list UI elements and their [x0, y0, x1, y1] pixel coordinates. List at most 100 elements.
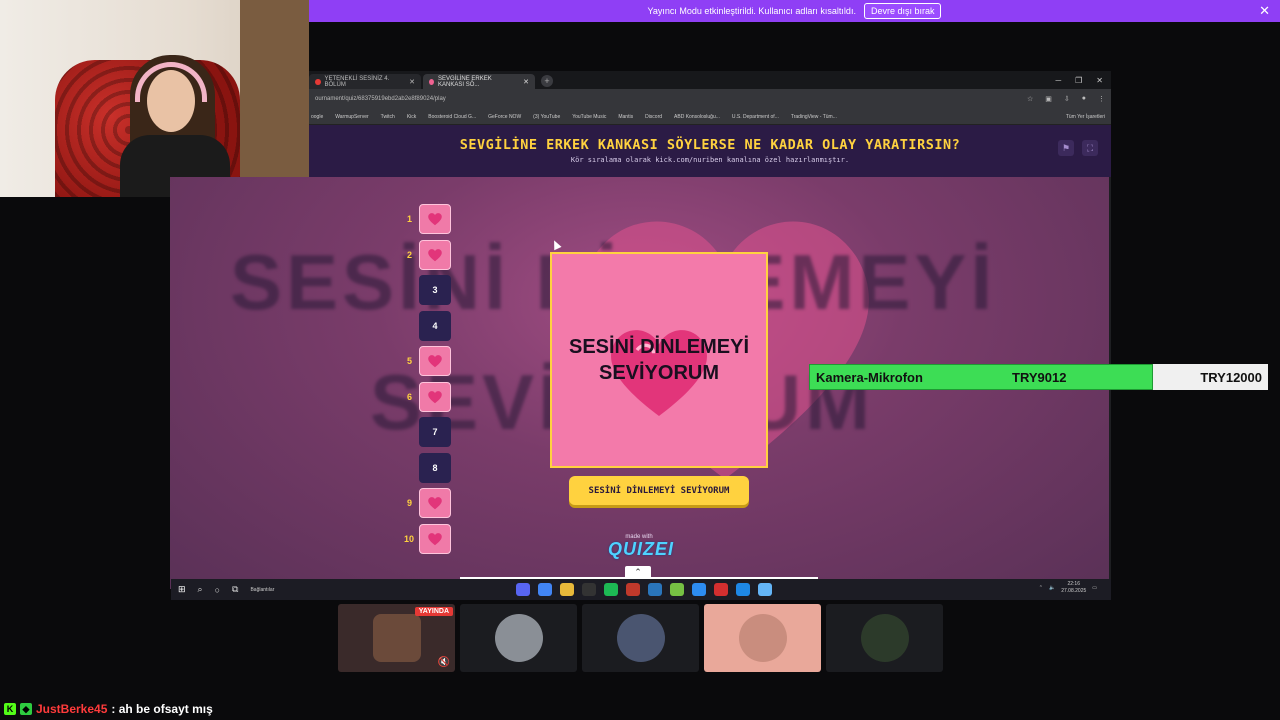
- close-window-icon[interactable]: ✕: [1096, 76, 1103, 85]
- bookmark-item[interactable]: WarmupServer: [335, 114, 368, 120]
- live-badge: YAYINDA: [414, 607, 453, 616]
- quiz-title: SEVGİLİNE ERKEK KANKASI SÖYLERSE NE KADA…: [459, 137, 961, 153]
- close-tab-icon[interactable]: ✕: [523, 78, 529, 86]
- stream-thumbnail-4[interactable]: [704, 604, 821, 672]
- taskbar: ⊞ ⌕ ○ ⧉ Bağlantılar ⌃ 🔈 22:16 27.08.2025: [171, 579, 1111, 600]
- donation-current: TRY9012: [1012, 369, 1067, 385]
- ranking-slot[interactable]: 8: [419, 452, 451, 483]
- windows-start-icon[interactable]: ⊞: [178, 584, 186, 595]
- menu-icon[interactable]: ⋮: [1098, 95, 1105, 103]
- task-view-icon[interactable]: ⧉: [232, 584, 238, 595]
- choose-item-button[interactable]: SESİNİ DİNLEMEYİ SEVİYORUM: [569, 476, 749, 505]
- download-icon[interactable]: ⇩: [1064, 95, 1070, 103]
- extensions-icon[interactable]: ▣: [1045, 95, 1052, 103]
- slot-number: 4: [432, 320, 438, 331]
- tab-2[interactable]: SEVGİLİNE ERKEK KANKASI SÖ... ✕: [423, 74, 535, 89]
- bookmark-item[interactable]: U.S. Department of...: [732, 114, 779, 120]
- app-icon[interactable]: [626, 583, 640, 596]
- app-icon[interactable]: [758, 583, 772, 596]
- bookmark-item[interactable]: Twitch: [381, 114, 395, 120]
- clock[interactable]: 22:16 27.08.2025: [1061, 581, 1086, 595]
- bookmark-item[interactable]: oogle: [311, 114, 323, 120]
- tab-1[interactable]: YETENEKLİ SESİNİZ 4. BÖLÜM ✕: [309, 74, 421, 89]
- current-item-card[interactable]: SESİNİ DİNLEMEYİ SEVİYORUM: [550, 252, 768, 468]
- system-tray: ⌃ 🔈 22:16 27.08.2025 ▭: [1039, 581, 1097, 595]
- sub-badge-icon: ◆: [20, 703, 32, 715]
- folder-icon[interactable]: [560, 583, 574, 596]
- bookmark-item[interactable]: YouTube Music: [572, 114, 606, 120]
- slot-number: 3: [432, 285, 438, 295]
- spotify-icon[interactable]: [604, 583, 618, 596]
- donation-remaining: TRY12000: [1153, 364, 1268, 390]
- new-tab-icon[interactable]: +: [541, 75, 553, 87]
- bookmark-item[interactable]: GeForce NOW: [488, 114, 521, 120]
- search-icon[interactable]: ⌕: [198, 584, 203, 595]
- ranking-slot[interactable]: 3: [419, 275, 451, 305]
- app-icon[interactable]: [714, 583, 728, 596]
- app-icon[interactable]: [736, 583, 750, 596]
- close-tab-icon[interactable]: ✕: [409, 78, 415, 86]
- ranking-slot[interactable]: [419, 488, 451, 518]
- star-icon[interactable]: ☆: [1027, 95, 1033, 103]
- slot-number: 9: [407, 498, 413, 508]
- ranking-slot[interactable]: [419, 381, 451, 412]
- address-bar[interactable]: ournament/quiz/68375919ebd2ab2e8f89024/p…: [309, 89, 1111, 109]
- tab-label: SEVGİLİNE ERKEK KANKASI SÖ...: [438, 75, 492, 88]
- ranking-slot[interactable]: [419, 523, 451, 554]
- ranking-slot[interactable]: 4: [419, 310, 451, 341]
- chevron-up-icon[interactable]: ⌃: [625, 566, 651, 579]
- chat-username[interactable]: JustBerke45: [36, 702, 107, 716]
- heart-icon: [428, 248, 442, 261]
- chrome-icon[interactable]: [538, 583, 552, 596]
- maximize-icon[interactable]: ❐: [1075, 76, 1082, 85]
- ranking-slot[interactable]: [419, 346, 451, 376]
- stream-thumbnail-1[interactable]: YAYINDA 🔇: [338, 604, 455, 672]
- app-icon[interactable]: [670, 583, 684, 596]
- ranking-slot[interactable]: [419, 239, 451, 270]
- bookmark-item[interactable]: Discord: [645, 114, 662, 120]
- bookmark-item[interactable]: (3) YouTube: [533, 114, 560, 120]
- thumbnail-image: [372, 614, 421, 662]
- avatar: [616, 614, 665, 662]
- fullscreen-icon[interactable]: ⛶: [1082, 140, 1098, 156]
- bookmark-item[interactable]: Boosteroid Cloud G...: [428, 114, 476, 120]
- close-icon[interactable]: ✕: [1259, 3, 1270, 19]
- ranking-slot[interactable]: [419, 204, 451, 234]
- url-text[interactable]: ournament/quiz/68375919ebd2ab2e8f89024/p…: [315, 96, 1027, 102]
- ranking-slot[interactable]: 7: [419, 417, 451, 447]
- minimize-icon[interactable]: ─: [1055, 76, 1061, 85]
- bookmark-item[interactable]: Mantis: [618, 114, 633, 120]
- notification-icon[interactable]: ▭: [1092, 585, 1097, 591]
- tab-label: YETENEKLİ SESİNİZ 4. BÖLÜM: [324, 75, 390, 88]
- all-bookmarks-button[interactable]: Tüm Yer İşaretleri: [1066, 114, 1109, 120]
- steam-icon[interactable]: [648, 583, 662, 596]
- disable-streamer-mode-button[interactable]: Devre dışı bırak: [863, 3, 942, 19]
- tab-strip: YETENEKLİ SESİNİZ 4. BÖLÜM ✕ SEVGİLİNE E…: [309, 71, 1111, 89]
- heart-icon: [428, 355, 442, 368]
- bookmark-item[interactable]: Kick: [407, 114, 416, 120]
- chevron-up-icon[interactable]: ⌃: [1039, 585, 1043, 591]
- taskbar-search-label[interactable]: Bağlantılar: [250, 587, 274, 593]
- stream-thumbnail-3[interactable]: [582, 604, 699, 672]
- discord-icon[interactable]: [516, 583, 530, 596]
- slot-number: 6: [407, 391, 413, 402]
- obs-icon[interactable]: [582, 583, 596, 596]
- made-with-quizei[interactable]: made with QUIZEI: [608, 534, 673, 560]
- stream-thumbnail-2[interactable]: [460, 604, 577, 672]
- app-icon[interactable]: [692, 583, 706, 596]
- profile-icon[interactable]: ●: [1082, 95, 1086, 103]
- window-controls: ─ ❐ ✕: [1055, 76, 1111, 85]
- banner-text: Yayıncı Modu etkinleştirildi. Kullanıcı …: [647, 6, 856, 16]
- stream-thumbnail-5[interactable]: [826, 604, 943, 672]
- flag-icon[interactable]: ⚑: [1058, 140, 1074, 156]
- heart-icon: [428, 532, 442, 545]
- mute-icon[interactable]: 🔇: [438, 657, 450, 668]
- slot-number: 10: [404, 533, 415, 544]
- quiz-header: SEVGİLİNE ERKEK KANKASI SÖYLERSE NE KADA…: [309, 125, 1111, 177]
- chat-text: : ah be ofsayt mış: [111, 702, 213, 716]
- quiz-favicon-icon: [429, 78, 435, 85]
- cortana-icon[interactable]: ○: [215, 585, 220, 595]
- bookmark-item[interactable]: ABD Konsolosluğu...: [674, 114, 720, 120]
- bookmark-item[interactable]: TradingView - Tüm...: [791, 114, 837, 120]
- volume-icon[interactable]: 🔈: [1049, 585, 1055, 591]
